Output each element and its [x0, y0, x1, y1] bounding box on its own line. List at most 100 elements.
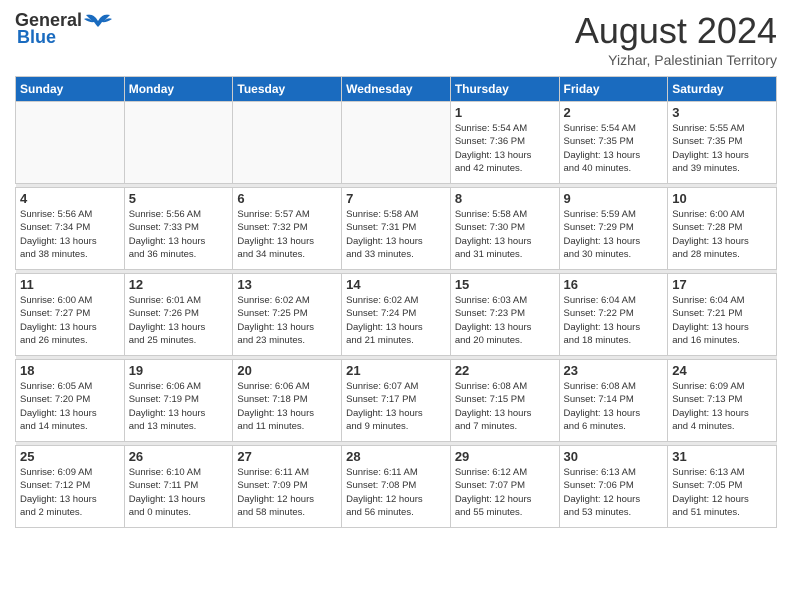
calendar-cell: 20 Sunrise: 6:06 AM Sunset: 7:18 PM Dayli… — [233, 360, 342, 442]
month-year-title: August 2024 — [575, 10, 777, 52]
day-info: Sunrise: 5:56 AM Sunset: 7:34 PM Dayligh… — [20, 208, 120, 261]
day-info: Sunrise: 6:04 AM Sunset: 7:21 PM Dayligh… — [672, 294, 772, 347]
calendar-week-row: 18 Sunrise: 6:05 AM Sunset: 7:20 PM Dayli… — [16, 360, 777, 442]
day-number: 27 — [237, 449, 337, 464]
day-number: 28 — [346, 449, 446, 464]
weekday-header-thursday: Thursday — [450, 77, 559, 102]
day-number: 8 — [455, 191, 555, 206]
calendar-week-row: 25 Sunrise: 6:09 AM Sunset: 7:12 PM Dayli… — [16, 446, 777, 528]
day-number: 9 — [564, 191, 664, 206]
calendar-cell: 7 Sunrise: 5:58 AM Sunset: 7:31 PM Daylig… — [342, 188, 451, 270]
day-info: Sunrise: 6:08 AM Sunset: 7:15 PM Dayligh… — [455, 380, 555, 433]
day-number: 14 — [346, 277, 446, 292]
weekday-header-monday: Monday — [124, 77, 233, 102]
day-number: 10 — [672, 191, 772, 206]
calendar-cell: 13 Sunrise: 6:02 AM Sunset: 7:25 PM Dayli… — [233, 274, 342, 356]
calendar-week-row: 11 Sunrise: 6:00 AM Sunset: 7:27 PM Dayli… — [16, 274, 777, 356]
day-info: Sunrise: 6:10 AM Sunset: 7:11 PM Dayligh… — [129, 466, 229, 519]
calendar-cell — [16, 102, 125, 184]
calendar-cell: 16Sunrise: 6:04 AM Sunset: 7:22 PM Dayli… — [559, 274, 668, 356]
calendar-cell: 30 Sunrise: 6:13 AM Sunset: 7:06 PM Dayli… — [559, 446, 668, 528]
day-info: Sunrise: 5:58 AM Sunset: 7:30 PM Dayligh… — [455, 208, 555, 261]
day-info: Sunrise: 6:02 AM Sunset: 7:25 PM Dayligh… — [237, 294, 337, 347]
day-number: 20 — [237, 363, 337, 378]
calendar-cell — [342, 102, 451, 184]
calendar-table: SundayMondayTuesdayWednesdayThursdayFrid… — [15, 76, 777, 528]
day-info: Sunrise: 6:06 AM Sunset: 7:18 PM Dayligh… — [237, 380, 337, 433]
calendar-cell: 24 Sunrise: 6:09 AM Sunset: 7:13 PM Dayli… — [668, 360, 777, 442]
title-area: August 2024 Yizhar, Palestinian Territor… — [575, 10, 777, 68]
day-number: 22 — [455, 363, 555, 378]
calendar-week-row: 4 Sunrise: 5:56 AM Sunset: 7:34 PM Daylig… — [16, 188, 777, 270]
day-number: 18 — [20, 363, 120, 378]
day-info: Sunrise: 6:07 AM Sunset: 7:17 PM Dayligh… — [346, 380, 446, 433]
calendar-cell: 1 Sunrise: 5:54 AM Sunset: 7:36 PM Daylig… — [450, 102, 559, 184]
calendar-cell: 5 Sunrise: 5:56 AM Sunset: 7:33 PM Daylig… — [124, 188, 233, 270]
weekday-header-tuesday: Tuesday — [233, 77, 342, 102]
day-info: Sunrise: 6:11 AM Sunset: 7:09 PM Dayligh… — [237, 466, 337, 519]
calendar-cell: 28Sunrise: 6:11 AM Sunset: 7:08 PM Dayli… — [342, 446, 451, 528]
day-info: Sunrise: 5:58 AM Sunset: 7:31 PM Dayligh… — [346, 208, 446, 261]
day-number: 25 — [20, 449, 120, 464]
calendar-cell: 19 Sunrise: 6:06 AM Sunset: 7:19 PM Dayli… — [124, 360, 233, 442]
day-info: Sunrise: 6:01 AM Sunset: 7:26 PM Dayligh… — [129, 294, 229, 347]
calendar-week-row: 1 Sunrise: 5:54 AM Sunset: 7:36 PM Daylig… — [16, 102, 777, 184]
calendar-cell — [124, 102, 233, 184]
calendar-cell: 15Sunrise: 6:03 AM Sunset: 7:23 PM Dayli… — [450, 274, 559, 356]
day-number: 16 — [564, 277, 664, 292]
calendar-cell: 11 Sunrise: 6:00 AM Sunset: 7:27 PM Dayli… — [16, 274, 125, 356]
day-info: Sunrise: 5:59 AM Sunset: 7:29 PM Dayligh… — [564, 208, 664, 261]
calendar-cell: 6Sunrise: 5:57 AM Sunset: 7:32 PM Daylig… — [233, 188, 342, 270]
day-number: 19 — [129, 363, 229, 378]
day-number: 1 — [455, 105, 555, 120]
day-info: Sunrise: 6:00 AM Sunset: 7:27 PM Dayligh… — [20, 294, 120, 347]
day-info: Sunrise: 5:54 AM Sunset: 7:36 PM Dayligh… — [455, 122, 555, 175]
weekday-header-friday: Friday — [559, 77, 668, 102]
calendar-cell: 31Sunrise: 6:13 AM Sunset: 7:05 PM Dayli… — [668, 446, 777, 528]
calendar-cell: 23Sunrise: 6:08 AM Sunset: 7:14 PM Dayli… — [559, 360, 668, 442]
day-number: 30 — [564, 449, 664, 464]
bird-icon — [84, 11, 112, 31]
day-number: 24 — [672, 363, 772, 378]
day-info: Sunrise: 5:55 AM Sunset: 7:35 PM Dayligh… — [672, 122, 772, 175]
day-number: 31 — [672, 449, 772, 464]
calendar-cell: 10Sunrise: 6:00 AM Sunset: 7:28 PM Dayli… — [668, 188, 777, 270]
day-info: Sunrise: 6:09 AM Sunset: 7:12 PM Dayligh… — [20, 466, 120, 519]
day-info: Sunrise: 5:54 AM Sunset: 7:35 PM Dayligh… — [564, 122, 664, 175]
day-number: 12 — [129, 277, 229, 292]
day-number: 13 — [237, 277, 337, 292]
page-header: General Blue August 2024 Yizhar, Palesti… — [15, 10, 777, 68]
day-info: Sunrise: 6:06 AM Sunset: 7:19 PM Dayligh… — [129, 380, 229, 433]
day-number: 5 — [129, 191, 229, 206]
weekday-header-saturday: Saturday — [668, 77, 777, 102]
day-info: Sunrise: 6:12 AM Sunset: 7:07 PM Dayligh… — [455, 466, 555, 519]
day-info: Sunrise: 6:09 AM Sunset: 7:13 PM Dayligh… — [672, 380, 772, 433]
calendar-cell: 26 Sunrise: 6:10 AM Sunset: 7:11 PM Dayli… — [124, 446, 233, 528]
calendar-cell: 17 Sunrise: 6:04 AM Sunset: 7:21 PM Dayli… — [668, 274, 777, 356]
calendar-cell: 4 Sunrise: 5:56 AM Sunset: 7:34 PM Daylig… — [16, 188, 125, 270]
day-info: Sunrise: 6:03 AM Sunset: 7:23 PM Dayligh… — [455, 294, 555, 347]
calendar-cell: 8 Sunrise: 5:58 AM Sunset: 7:30 PM Daylig… — [450, 188, 559, 270]
calendar-cell: 9 Sunrise: 5:59 AM Sunset: 7:29 PM Daylig… — [559, 188, 668, 270]
day-number: 26 — [129, 449, 229, 464]
calendar-cell: 22 Sunrise: 6:08 AM Sunset: 7:15 PM Dayli… — [450, 360, 559, 442]
calendar-cell: 18 Sunrise: 6:05 AM Sunset: 7:20 PM Dayli… — [16, 360, 125, 442]
day-info: Sunrise: 5:56 AM Sunset: 7:33 PM Dayligh… — [129, 208, 229, 261]
weekday-header-wednesday: Wednesday — [342, 77, 451, 102]
day-number: 17 — [672, 277, 772, 292]
calendar-cell: 21 Sunrise: 6:07 AM Sunset: 7:17 PM Dayli… — [342, 360, 451, 442]
day-info: Sunrise: 6:05 AM Sunset: 7:20 PM Dayligh… — [20, 380, 120, 433]
weekday-header-sunday: Sunday — [16, 77, 125, 102]
day-number: 3 — [672, 105, 772, 120]
day-number: 7 — [346, 191, 446, 206]
day-number: 11 — [20, 277, 120, 292]
day-number: 4 — [20, 191, 120, 206]
calendar-cell: 14Sunrise: 6:02 AM Sunset: 7:24 PM Dayli… — [342, 274, 451, 356]
day-number: 21 — [346, 363, 446, 378]
location-subtitle: Yizhar, Palestinian Territory — [575, 52, 777, 68]
logo: General Blue — [15, 10, 112, 48]
day-info: Sunrise: 6:13 AM Sunset: 7:06 PM Dayligh… — [564, 466, 664, 519]
calendar-cell: 12 Sunrise: 6:01 AM Sunset: 7:26 PM Dayli… — [124, 274, 233, 356]
calendar-cell: 27 Sunrise: 6:11 AM Sunset: 7:09 PM Dayli… — [233, 446, 342, 528]
day-number: 6 — [237, 191, 337, 206]
